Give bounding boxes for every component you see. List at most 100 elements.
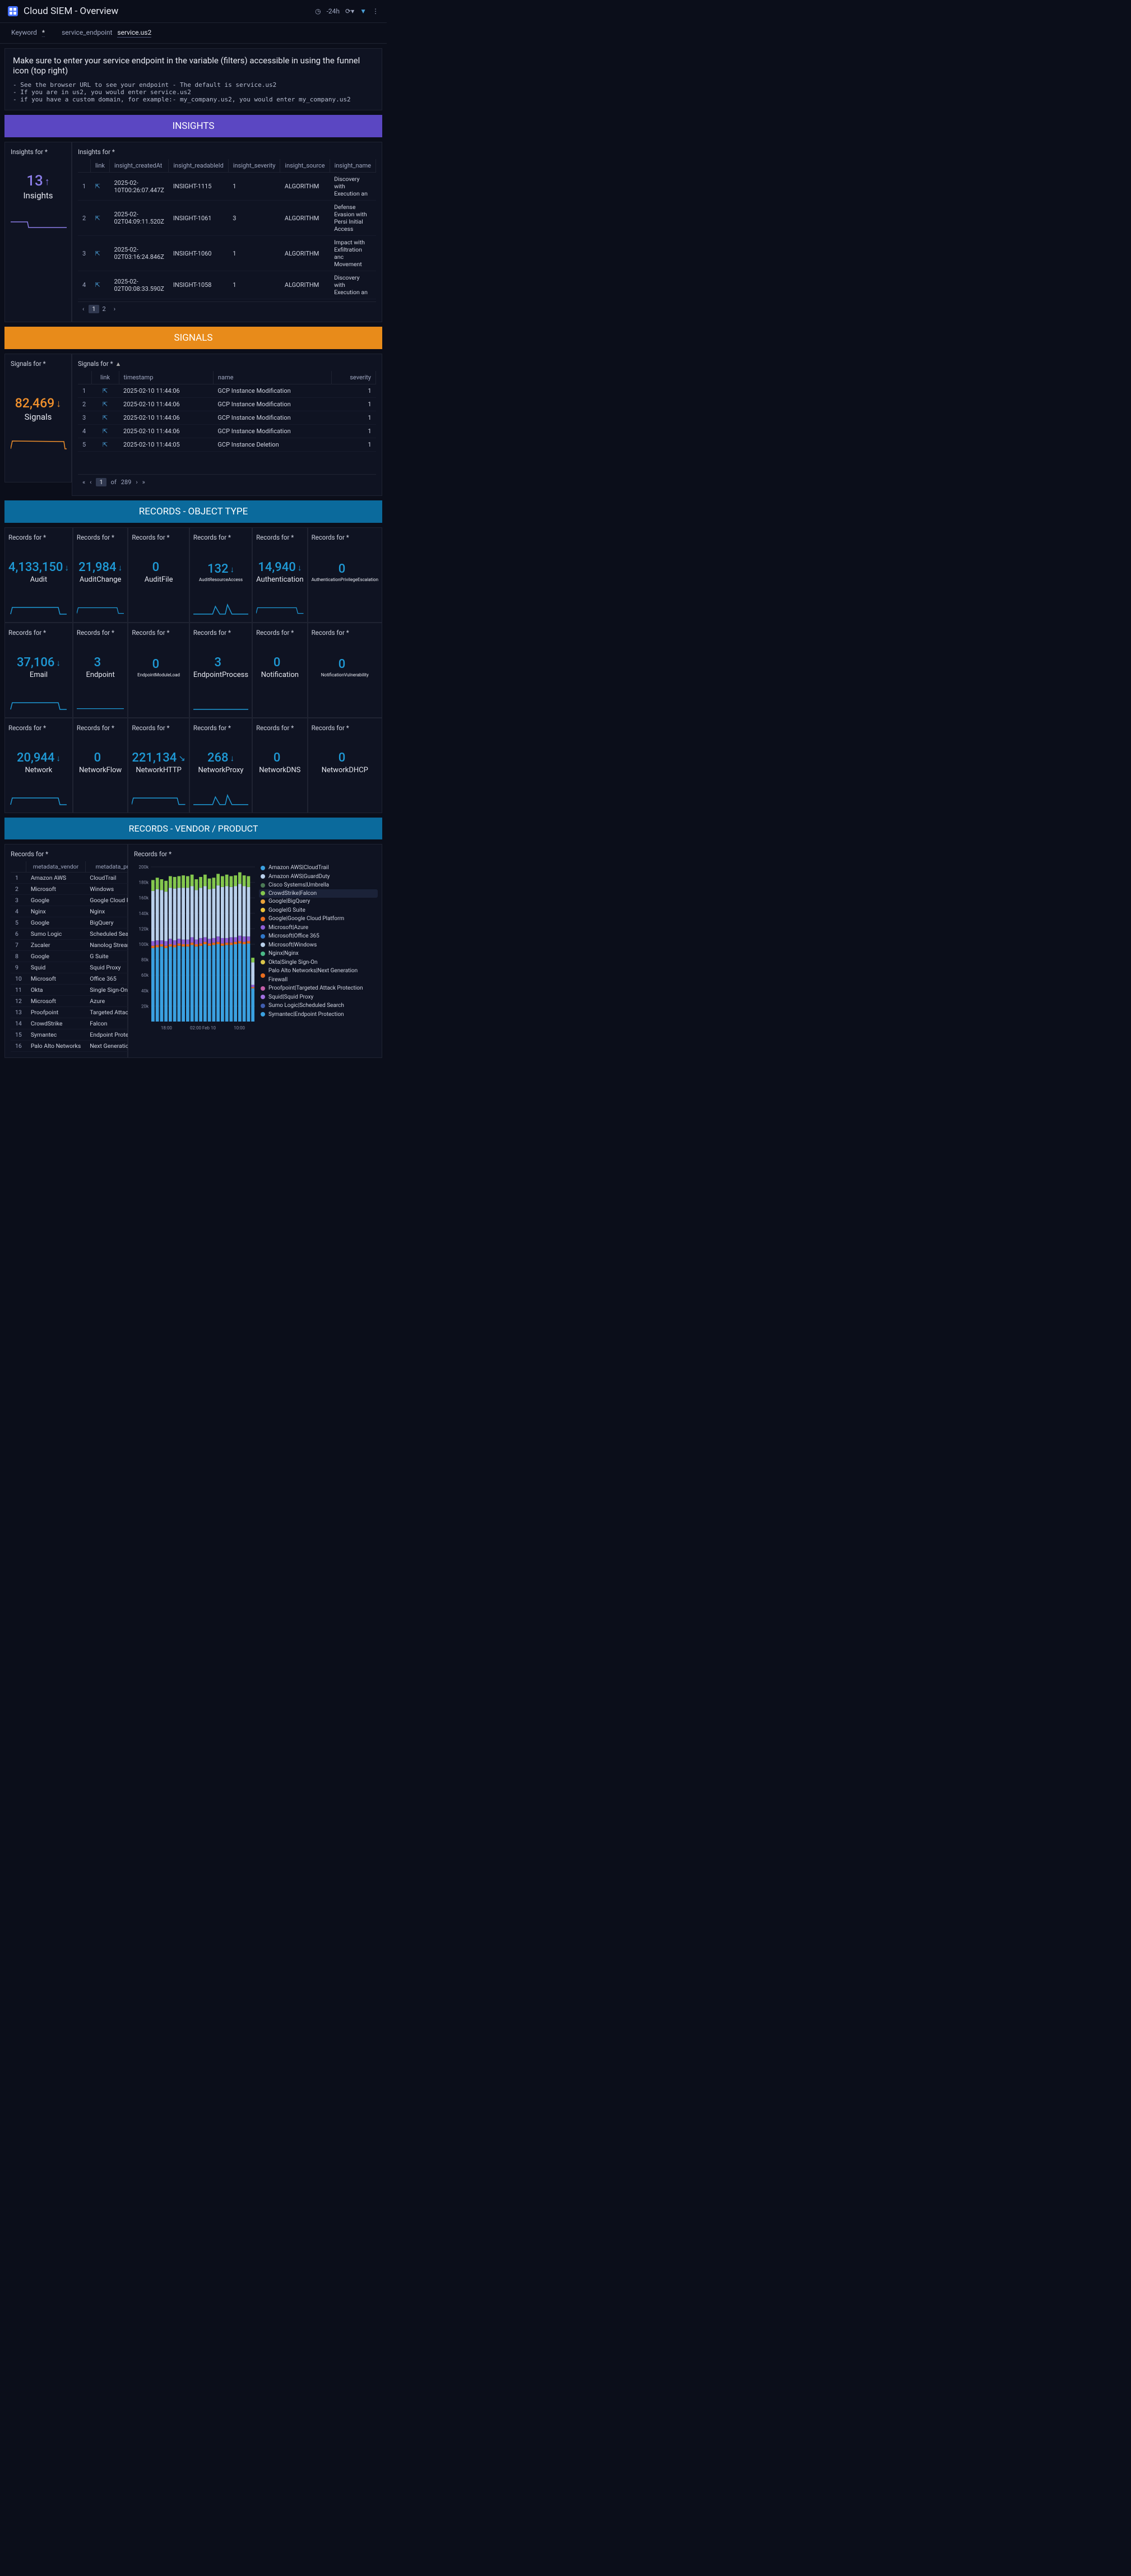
- table-row[interactable]: 3⇱2025-02-02T03:16:24.846ZINSIGHT-10601A…: [78, 236, 376, 271]
- more-icon[interactable]: ⋮: [372, 7, 379, 15]
- record-card-title: Records for *: [256, 533, 303, 541]
- record-value: 20,944↓: [17, 751, 61, 765]
- column-header[interactable]: link: [91, 371, 119, 384]
- legend-item[interactable]: Cisco Systems|Umbrella: [261, 881, 376, 890]
- legend-item[interactable]: Microsoft|Office 365: [261, 932, 376, 941]
- funnel-icon[interactable]: ▼: [360, 7, 367, 15]
- insights-count: 13↑: [11, 173, 66, 189]
- record-card[interactable]: Records for * 132↓ AuditResourceAccess: [189, 527, 252, 623]
- insights-table: linkinsight_createdAtinsight_readableIdi…: [78, 159, 376, 299]
- filter-endpoint[interactable]: service_endpoint service.us2: [62, 29, 151, 36]
- record-card[interactable]: Records for * 3↓ Endpoint: [73, 623, 128, 718]
- record-card[interactable]: Records for * 0↓ NetworkFlow: [73, 718, 128, 813]
- record-card[interactable]: Records for * 268↓ NetworkProxy: [189, 718, 252, 813]
- record-card[interactable]: Records for * 0↓ AuditFile: [128, 527, 189, 623]
- external-link-icon[interactable]: ⇱: [103, 428, 108, 435]
- last-page-icon[interactable]: »: [142, 479, 145, 486]
- external-link-icon[interactable]: ⇱: [103, 401, 108, 408]
- page-number[interactable]: 2: [99, 305, 109, 313]
- legend-item[interactable]: Squid|Squid Proxy: [261, 993, 376, 1002]
- legend-item[interactable]: Symantec|Endpoint Protection: [261, 1010, 376, 1019]
- legend-item[interactable]: Nginx|Nginx: [261, 949, 376, 958]
- next-page-icon[interactable]: ›: [114, 305, 115, 313]
- record-card[interactable]: Records for * 4,133,150↓ Audit: [4, 527, 73, 623]
- legend-item[interactable]: Microsoft|Azure: [261, 923, 376, 932]
- table-row[interactable]: 3⇱2025-02-10 11:44:06GCP Instance Modifi…: [78, 411, 376, 425]
- record-card[interactable]: Records for * 3↓ EndpointProcess: [189, 623, 252, 718]
- external-link-icon[interactable]: ⇱: [95, 281, 100, 289]
- record-card[interactable]: Records for * 0↓ NetworkDHCP: [308, 718, 382, 813]
- table-row[interactable]: 2⇱2025-02-10 11:44:06GCP Instance Modifi…: [78, 398, 376, 411]
- prev-page-icon[interactable]: ‹: [82, 305, 84, 313]
- table-row[interactable]: 5⇱2025-02-10 11:44:05GCP Instance Deleti…: [78, 438, 376, 452]
- record-card[interactable]: Records for * 0↓ AuthenticationPrivilege…: [308, 527, 382, 623]
- external-link-icon[interactable]: ⇱: [103, 441, 108, 448]
- legend-item[interactable]: Sumo Logic|Scheduled Search: [261, 1001, 376, 1010]
- page-number[interactable]: 1: [89, 305, 99, 313]
- page-current[interactable]: 1: [96, 478, 106, 486]
- record-card-title: Records for *: [8, 629, 69, 637]
- external-link-icon[interactable]: ⇱: [95, 215, 100, 222]
- table-row[interactable]: 1⇱2025-02-10 11:44:06GCP Instance Modifi…: [78, 384, 376, 398]
- legend-item[interactable]: CrowdStrike|Falcon: [259, 889, 378, 898]
- table-row[interactable]: 4⇱2025-02-10 11:44:06GCP Instance Modifi…: [78, 425, 376, 438]
- legend-item[interactable]: Amazon AWS|GuardDuty: [261, 872, 376, 881]
- legend-label: Google|BigQuery: [268, 897, 310, 906]
- external-link-icon[interactable]: ⇱: [103, 387, 108, 394]
- signals-count: 82,469↓: [11, 396, 66, 411]
- record-card-title: Records for *: [77, 629, 124, 637]
- info-lines: See the browser URL to see your endpoint…: [13, 81, 374, 103]
- column-header[interactable]: timestamp: [119, 371, 213, 384]
- record-card[interactable]: Records for * 221,134↘ NetworkHTTP: [128, 718, 189, 813]
- svg-text:02:00 Feb 10: 02:00 Feb 10: [190, 1025, 216, 1031]
- column-header[interactable]: link: [90, 159, 109, 173]
- record-card-title: Records for *: [132, 724, 186, 732]
- record-card[interactable]: Records for * 0↓ NetworkDNS: [252, 718, 307, 813]
- refresh-icon[interactable]: ⟳▾: [345, 7, 354, 15]
- banner-records-vendor: RECORDS - VENDOR / PRODUCT: [4, 818, 382, 839]
- record-label: NetworkDHCP: [322, 766, 368, 774]
- svg-text:40k: 40k: [141, 988, 149, 994]
- legend-item[interactable]: Proofpoint|Targeted Attack Protection: [261, 984, 376, 993]
- record-card[interactable]: Records for * 14,940↓ Authentication: [252, 527, 307, 623]
- column-header[interactable]: severity: [331, 371, 376, 384]
- prev-page-icon[interactable]: ‹: [90, 479, 91, 486]
- column-header[interactable]: insight_readableId: [169, 159, 228, 173]
- trend-up-icon: ↑: [45, 176, 50, 188]
- external-link-icon[interactable]: ⇱: [103, 414, 108, 421]
- column-header[interactable]: name: [213, 371, 331, 384]
- column-header[interactable]: insight_source: [280, 159, 330, 173]
- column-header[interactable]: insight_createdAt: [109, 159, 168, 173]
- svg-text:100k: 100k: [138, 942, 149, 947]
- record-card[interactable]: Records for * 21,984↓ AuditChange: [73, 527, 128, 623]
- table-row[interactable]: 4⇱2025-02-02T00:08:33.590ZINSIGHT-10581A…: [78, 271, 376, 299]
- column-header[interactable]: insight_severity: [228, 159, 280, 173]
- table-row[interactable]: 2⇱2025-02-02T04:09:11.520ZINSIGHT-10613A…: [78, 201, 376, 236]
- legend-dot-icon: [261, 952, 265, 956]
- record-card[interactable]: Records for * 0↓ EndpointModuleLoad: [128, 623, 189, 718]
- record-value: 0↓: [152, 560, 165, 574]
- legend-item[interactable]: Google|BigQuery: [261, 897, 376, 906]
- external-link-icon[interactable]: ⇱: [95, 250, 100, 257]
- record-card[interactable]: Records for * 0↓ Notification: [252, 623, 307, 718]
- legend-item[interactable]: Okta|Single Sign-On: [261, 958, 376, 967]
- record-card[interactable]: Records for * 37,106↓ Email: [4, 623, 73, 718]
- legend-dot-icon: [261, 899, 265, 904]
- first-page-icon[interactable]: «: [82, 479, 85, 486]
- column-header[interactable]: insight_name: [330, 159, 376, 173]
- legend-item[interactable]: Palo Alto Networks|Next Generation Firew…: [261, 967, 376, 984]
- legend-item[interactable]: Google|Google Cloud Platform: [261, 915, 376, 923]
- legend-dot-icon: [261, 960, 265, 964]
- time-range[interactable]: -24h: [327, 7, 340, 15]
- external-link-icon[interactable]: ⇱: [95, 183, 100, 190]
- table-row[interactable]: 1⇱2025-02-10T00:26:07.447ZINSIGHT-11151A…: [78, 173, 376, 201]
- legend-item[interactable]: Microsoft|Windows: [261, 941, 376, 950]
- legend-label: Symantec|Endpoint Protection: [268, 1010, 344, 1019]
- filter-keyword[interactable]: Keyword *: [11, 29, 45, 36]
- sparkline: [193, 603, 248, 616]
- record-card[interactable]: Records for * 20,944↓ Network: [4, 718, 73, 813]
- next-page-icon[interactable]: ›: [136, 479, 137, 486]
- legend-item[interactable]: Google|G Suite: [261, 906, 376, 915]
- record-card[interactable]: Records for * 0↓ NotificationVulnerabili…: [308, 623, 382, 718]
- legend-item[interactable]: Amazon AWS|CloudTrail: [261, 864, 376, 872]
